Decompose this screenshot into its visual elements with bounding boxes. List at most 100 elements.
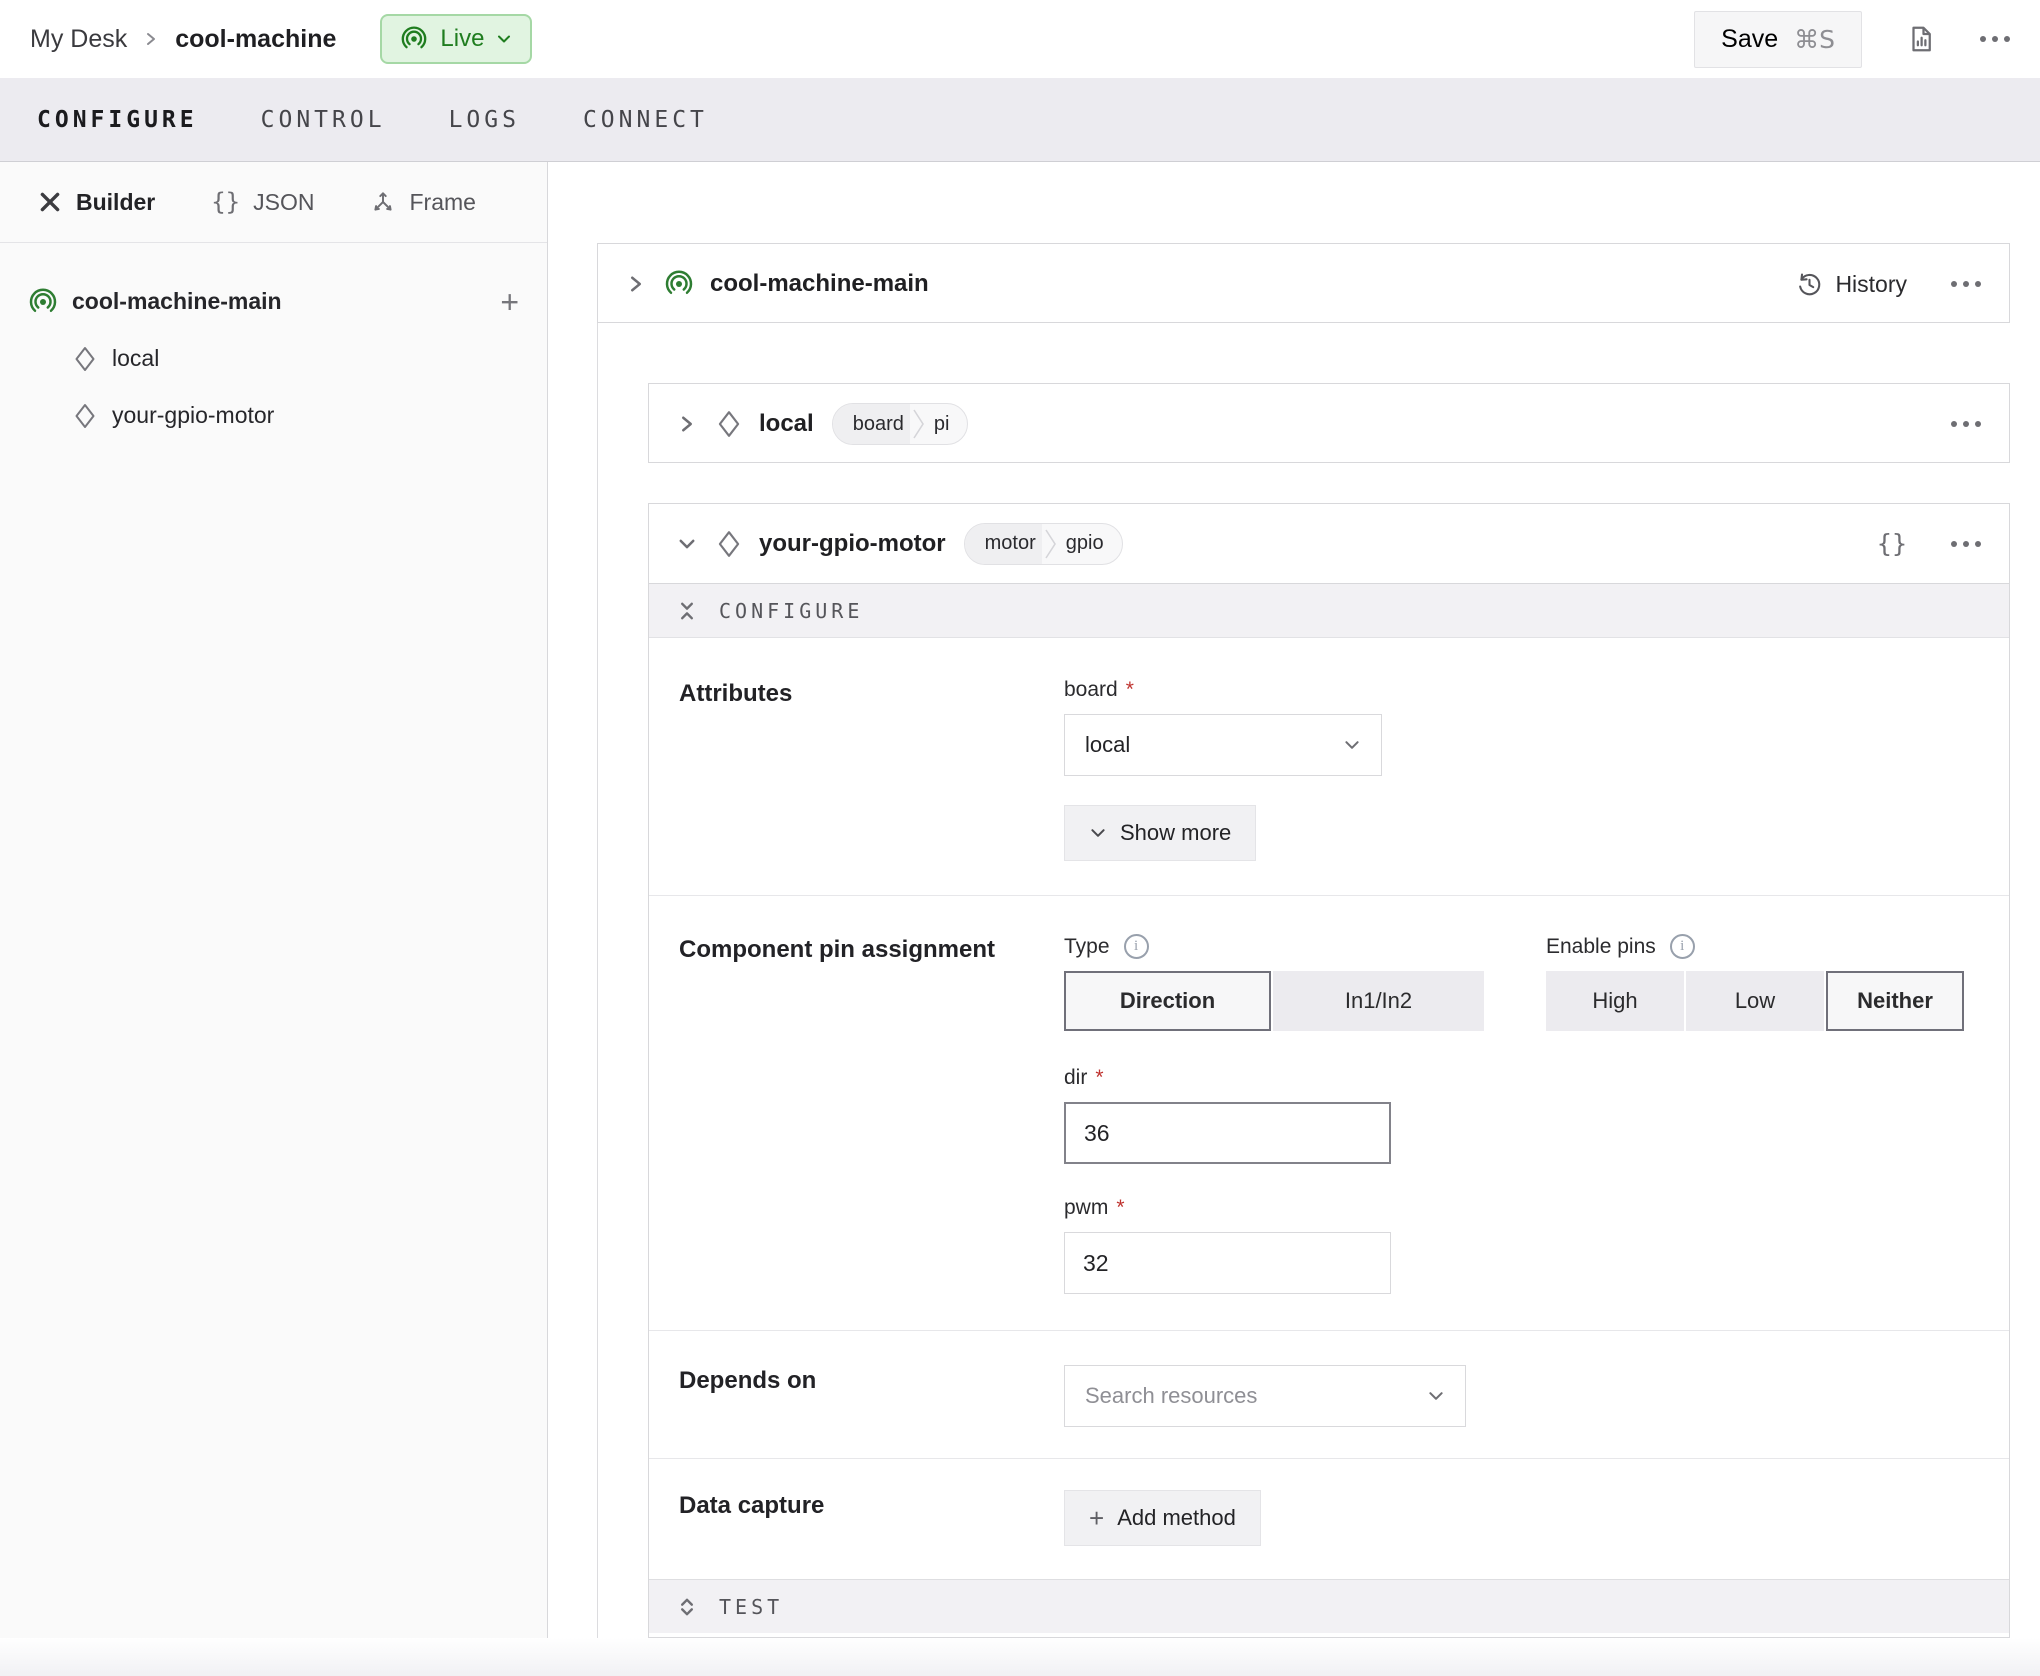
edit-json-icon[interactable]: {} [1877,529,1907,558]
board-field-label: board [1064,678,1118,702]
component-diamond-icon [715,409,743,439]
tag-divider-icon [910,404,928,444]
enable-option-low[interactable]: Low [1686,971,1824,1031]
machine-card-title: cool-machine-main [710,270,929,298]
tree-connector-line [597,323,598,1638]
tag-board: board [833,404,910,444]
tag-gpio: gpio [1060,524,1122,564]
breadcrumb: My Desk cool-machine [30,25,336,54]
machine-report-icon[interactable] [1906,24,1936,54]
info-icon[interactable]: i [1124,934,1149,959]
top-bar: My Desk cool-machine Live Save ⌘S [0,0,2040,78]
tab-connect[interactable]: CONNECT [583,107,708,133]
machine-part-icon [664,269,694,299]
expand-section-icon [677,1595,697,1619]
dir-input[interactable] [1064,1102,1391,1164]
live-broadcast-icon [400,25,428,53]
view-mode-switcher: Builder {} JSON Frame [0,162,547,243]
pin-assignment-heading: Component pin assignment [679,934,1064,1330]
attributes-heading: Attributes [679,678,1064,895]
show-more-button[interactable]: Show more [1064,805,1256,861]
chevron-down-icon [1343,736,1361,754]
live-status-label: Live [440,25,484,53]
data-capture-heading: Data capture [679,1490,1064,1579]
type-option-direction[interactable]: Direction [1064,971,1271,1031]
depends-on-row: Depends on Search resources [649,1331,2009,1459]
tree-local-label: local [112,345,159,372]
motor-type-tag: motor gpio [964,523,1123,565]
component-diamond-icon [715,529,743,559]
tag-divider-icon [1042,524,1060,564]
mode-frame[interactable]: Frame [370,189,475,216]
history-label: History [1835,271,1907,298]
tree-item-your-gpio-motor[interactable]: your-gpio-motor [0,387,547,444]
breadcrumb-parent[interactable]: My Desk [30,25,127,54]
enable-option-high[interactable]: High [1546,971,1684,1031]
enable-pins-label: Enable pins [1546,935,1656,959]
live-status-badge[interactable]: Live [380,14,532,64]
test-section-label: TEST [719,1595,783,1619]
chevron-down-icon [1427,1387,1445,1405]
tree-motor-label: your-gpio-motor [112,402,274,429]
chevron-down-icon[interactable] [677,534,697,554]
required-marker: * [1126,678,1134,702]
history-button[interactable]: History [1796,271,1907,298]
mode-builder[interactable]: Builder [37,189,155,216]
configure-section-label: CONFIGURE [719,599,863,623]
tab-control[interactable]: CONTROL [261,107,386,133]
chevron-right-icon[interactable] [626,274,646,294]
chevron-right-icon[interactable] [677,414,697,434]
type-option-in1in2[interactable]: In1/In2 [1273,971,1484,1031]
machine-card: cool-machine-main History [597,243,2010,323]
config-main-area: cool-machine-main History [548,162,2040,1676]
save-button-label: Save [1721,25,1778,54]
local-board-card: local board pi [648,383,2010,463]
tree-machine-label: cool-machine-main [72,288,282,315]
pwm-input[interactable] [1064,1232,1391,1294]
config-sidebar: Builder {} JSON Frame [0,162,548,1676]
breadcrumb-separator-icon [143,31,159,47]
more-options-icon[interactable] [1980,36,2010,42]
depends-on-placeholder: Search resources [1085,1383,1257,1409]
configure-section-header[interactable]: CONFIGURE [649,584,2009,638]
main-tab-bar: CONFIGURE CONTROL LOGS CONNECT [0,78,2040,162]
dir-field-label: dir [1064,1066,1087,1090]
tools-icon [37,189,63,215]
resource-tree: cool-machine-main + local your-gpio-moto… [0,243,547,444]
machine-part-icon [28,287,58,317]
tab-configure[interactable]: CONFIGURE [37,107,198,133]
mode-json-label: JSON [253,189,314,216]
tree-item-machine[interactable]: cool-machine-main + [0,273,547,330]
machine-card-menu-icon[interactable] [1951,281,1981,287]
save-shortcut: ⌘S [1794,25,1835,54]
add-method-button[interactable]: + Add method [1064,1490,1261,1546]
add-method-label: Add method [1117,1505,1236,1531]
gpio-motor-card: your-gpio-motor motor gpio {} CONFIGURE [648,503,2010,1638]
save-button[interactable]: Save ⌘S [1694,11,1862,68]
motor-card-title: your-gpio-motor [759,530,946,558]
braces-icon: {} [211,188,240,216]
pin-assignment-row: Component pin assignment Type i Directio… [649,896,2009,1331]
depends-on-heading: Depends on [679,1365,1064,1458]
tree-item-local[interactable]: local [0,330,547,387]
local-card-title: local [759,410,814,438]
required-marker: * [1095,1066,1103,1090]
required-marker: * [1116,1196,1124,1220]
board-select-value: local [1085,732,1130,758]
enable-pins-toggle-group: High Low Neither [1546,971,1964,1031]
add-component-icon[interactable]: + [500,286,519,318]
test-section-header[interactable]: TEST [649,1579,2009,1633]
tab-logs[interactable]: LOGS [449,107,520,133]
depends-on-select[interactable]: Search resources [1064,1365,1466,1427]
enable-option-neither[interactable]: Neither [1826,971,1964,1031]
component-diamond-icon [72,402,98,430]
data-capture-row: Data capture + Add method [649,1459,2009,1579]
mode-json[interactable]: {} JSON [211,188,314,216]
motor-card-menu-icon[interactable] [1951,541,1981,547]
show-more-label: Show more [1120,820,1231,846]
history-clock-icon [1796,271,1823,298]
board-select[interactable]: local [1064,714,1382,776]
chevron-down-icon [496,31,512,47]
local-card-menu-icon[interactable] [1951,421,1981,427]
info-icon[interactable]: i [1670,934,1695,959]
